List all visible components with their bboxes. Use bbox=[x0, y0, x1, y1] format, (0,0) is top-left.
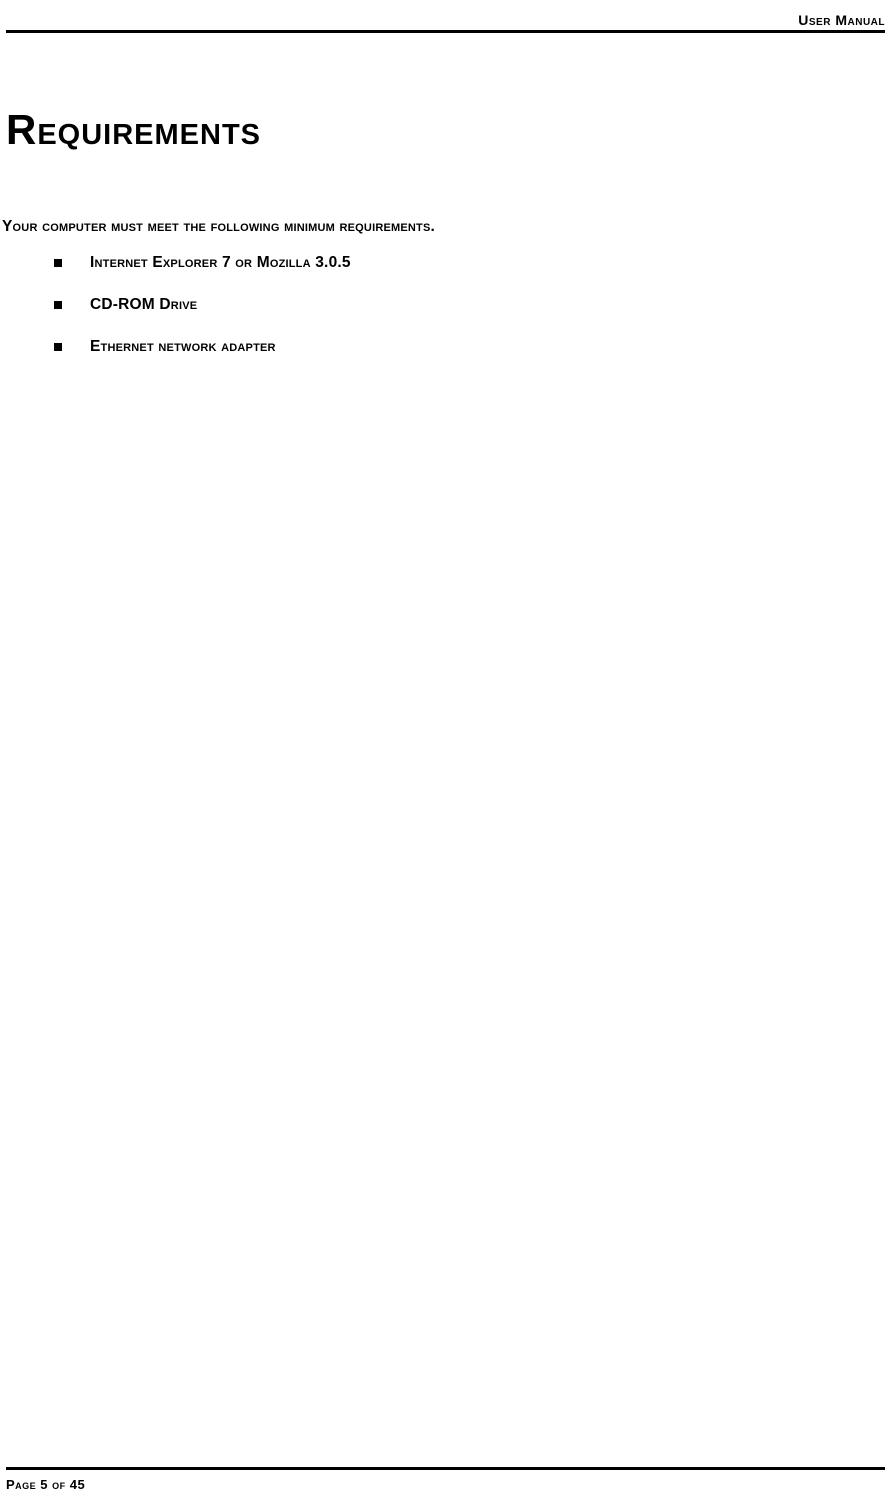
bullet-text: CD-ROM Drive bbox=[90, 296, 197, 314]
bullet-text: Ethernet network adapter bbox=[90, 338, 276, 356]
list-item: Ethernet network adapter bbox=[54, 338, 851, 356]
list-item: Internet Explorer 7 or Mozilla 3.0.5 bbox=[54, 254, 851, 272]
header-rule bbox=[6, 30, 885, 33]
footer-page-number: Page 5 of 45 bbox=[6, 1477, 85, 1492]
list-item: CD-ROM Drive bbox=[54, 296, 851, 314]
intro-text: Your computer must meet the following mi… bbox=[2, 218, 435, 236]
header-label: User Manual bbox=[798, 12, 885, 28]
bullet-icon bbox=[54, 259, 62, 267]
footer-rule bbox=[6, 1467, 885, 1470]
bullet-icon bbox=[54, 301, 62, 309]
bullet-text: Internet Explorer 7 or Mozilla 3.0.5 bbox=[90, 254, 351, 272]
bullet-list: Internet Explorer 7 or Mozilla 3.0.5 CD-… bbox=[54, 254, 851, 380]
page-title: Requirements bbox=[6, 106, 261, 154]
bullet-icon bbox=[54, 343, 62, 351]
